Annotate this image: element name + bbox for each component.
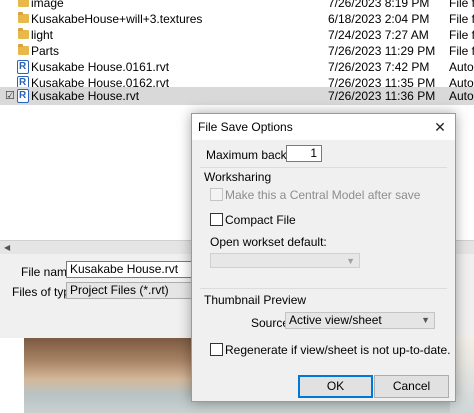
- folder-icon: [16, 12, 30, 26]
- file-date: 6/18/2023 2:04 PM: [328, 12, 430, 26]
- file-name: light: [31, 28, 54, 42]
- file-type: File fo: [449, 44, 474, 58]
- chevron-down-icon: ▼: [346, 256, 355, 266]
- file-type: Autoc: [449, 89, 474, 103]
- list-item[interactable]: image 7/26/2023 8:19 PM File fo: [0, 0, 474, 11]
- list-item[interactable]: light 7/24/2023 7:27 AM File fo: [0, 27, 474, 43]
- regenerate-label: Regenerate if view/sheet is not up-to-da…: [225, 343, 451, 357]
- file-date: 7/26/2023 11:29 PM: [328, 44, 436, 58]
- folder-icon: [16, 28, 30, 42]
- file-type-select[interactable]: Project Files (*.rvt): [66, 282, 196, 299]
- revit-file-icon: R: [16, 60, 30, 74]
- file-date: 7/26/2023 8:19 PM: [328, 0, 430, 10]
- central-model-label: Make this a Central Model after save: [225, 188, 421, 202]
- scroll-left-icon[interactable]: ◀: [4, 243, 10, 252]
- worksharing-heading: Worksharing: [204, 170, 272, 184]
- file-type: File fo: [449, 0, 474, 10]
- file-type: Autoc: [449, 60, 474, 74]
- compact-file-label: Compact File: [225, 213, 296, 227]
- open-workset-select: ▼: [210, 253, 360, 268]
- revit-file-icon: R: [16, 89, 30, 103]
- list-item-selected[interactable]: ☑ R Kusakabe House.rvt 7/26/2023 11:36 P…: [0, 87, 474, 105]
- file-name: KusakabeHouse+will+3.textures: [31, 12, 203, 26]
- file-date: 7/26/2023 7:42 PM: [328, 60, 430, 74]
- list-item[interactable]: KusakabeHouse+will+3.textures 6/18/2023 …: [0, 11, 474, 27]
- central-model-checkbox: [210, 188, 223, 201]
- regenerate-checkbox[interactable]: [210, 343, 223, 356]
- file-name: Parts: [31, 44, 60, 58]
- file-name: Kusakabe House.rvt: [31, 89, 140, 103]
- file-type: File fo: [449, 12, 474, 26]
- ok-button[interactable]: OK: [298, 375, 373, 398]
- file-type: File fo: [449, 28, 474, 42]
- file-date: 7/24/2023 7:27 AM: [328, 28, 429, 42]
- close-icon[interactable]: ✕: [430, 117, 450, 137]
- folder-icon: [16, 0, 30, 10]
- cancel-button[interactable]: Cancel: [374, 375, 449, 398]
- file-name: image: [31, 0, 64, 10]
- file-name-input[interactable]: Kusakabe House.rvt: [66, 261, 196, 278]
- thumbnail-heading: Thumbnail Preview: [204, 293, 307, 307]
- dialog-titlebar[interactable]: File Save Options ✕: [192, 114, 455, 140]
- source-select[interactable]: Active view/sheet ▼: [285, 312, 435, 329]
- chevron-down-icon: ▼: [421, 315, 430, 325]
- file-date: 7/26/2023 11:36 PM: [328, 89, 436, 103]
- list-item[interactable]: R Kusakabe House.0161.rvt 7/26/2023 7:42…: [0, 59, 474, 75]
- file-save-options-dialog: File Save Options ✕ Maximum backups: 1 W…: [191, 113, 456, 402]
- source-value: Active view/sheet: [289, 313, 382, 327]
- folder-icon: [16, 44, 30, 58]
- list-item[interactable]: Parts 7/26/2023 11:29 PM File fo: [0, 43, 474, 59]
- file-name: Kusakabe House.0161.rvt: [31, 60, 170, 74]
- compact-file-checkbox[interactable]: [210, 213, 223, 226]
- dialog-title: File Save Options: [198, 120, 293, 134]
- open-workset-label: Open workset default:: [210, 235, 327, 249]
- max-backups-input[interactable]: 1: [286, 145, 322, 162]
